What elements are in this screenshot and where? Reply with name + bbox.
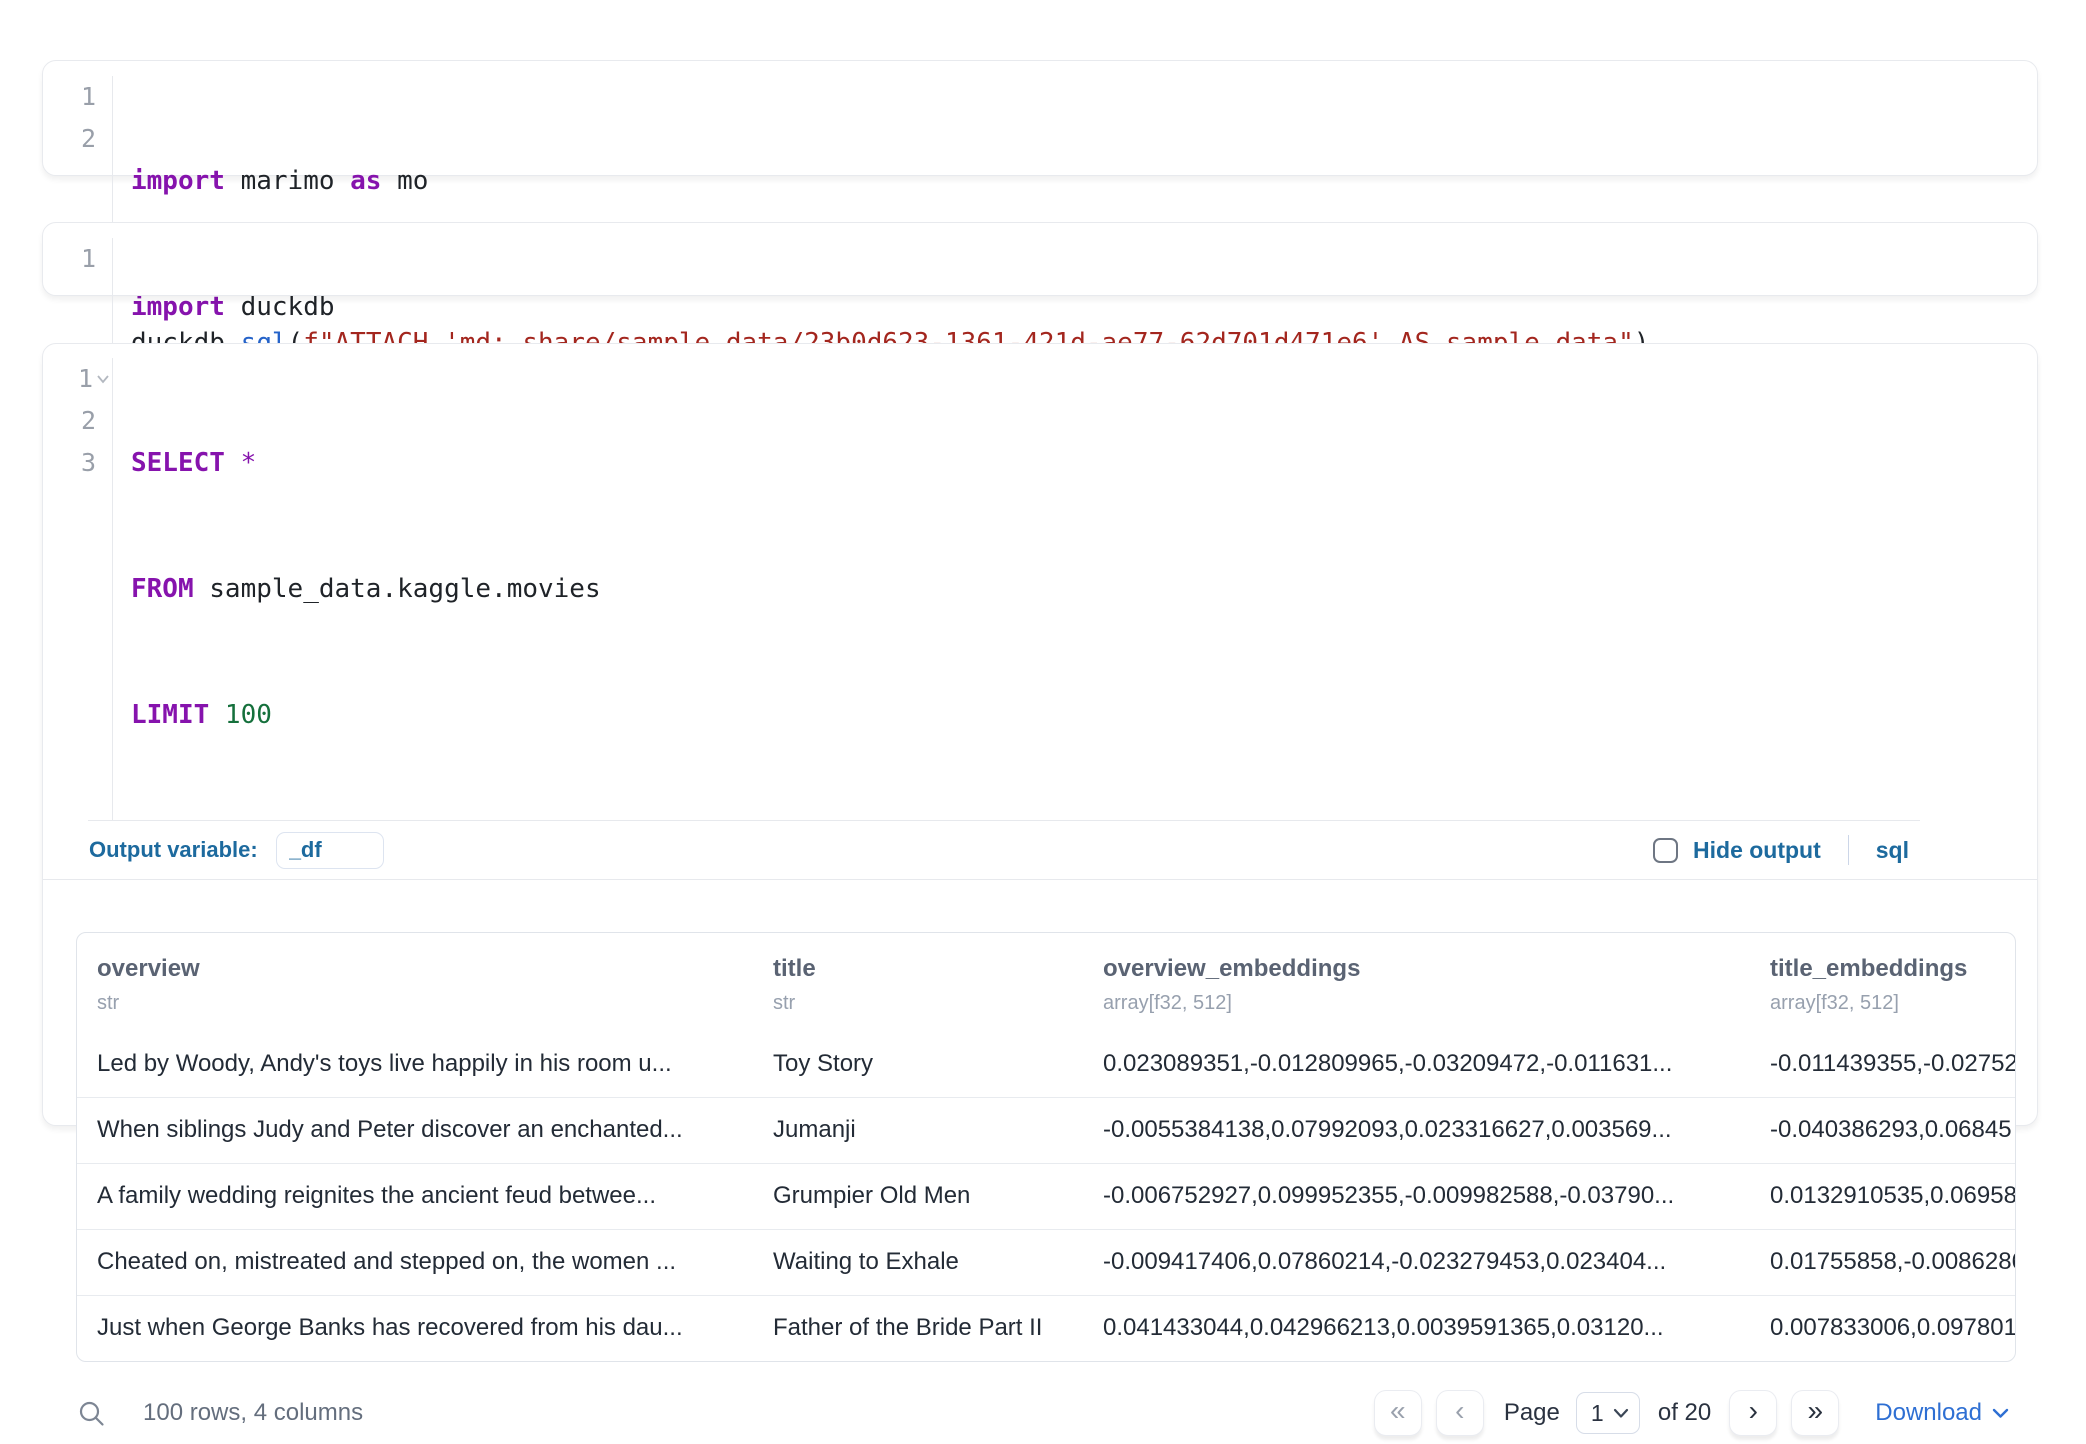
cell-title: Jumanji [757, 1097, 1087, 1163]
cell-overview-embeddings: -0.009417406,0.07860214,-0.023279453,0.0… [1087, 1229, 1754, 1295]
column-header-title-embeddings[interactable]: title_embeddings array[f32, 512] [1754, 933, 2016, 1031]
line-number: 1 [81, 76, 96, 118]
previous-page-button[interactable]: ‹ [1436, 1390, 1484, 1436]
line-number: 2 [81, 400, 96, 442]
last-page-button[interactable]: » [1791, 1390, 1839, 1436]
table-row: Led by Woody, Andy's toys live happily i… [77, 1031, 2016, 1097]
sql-cell-footer: Output variable: Hide output sql [43, 821, 2037, 880]
table-toolbar: 100 rows, 4 columns « ‹ Page 1 of 20 › »… [76, 1382, 2009, 1444]
page-count-label: of 20 [1658, 1399, 1711, 1427]
line-number-gutter: 1 2 3 [43, 358, 113, 820]
code-line: import marimo as mo [131, 160, 428, 202]
next-page-button[interactable]: › [1729, 1390, 1777, 1436]
row-column-summary: 100 rows, 4 columns [143, 1399, 363, 1427]
column-header-title[interactable]: title str [757, 933, 1087, 1031]
cell-title: Waiting to Exhale [757, 1229, 1087, 1295]
cell-title-embeddings: 0.0132910535,0.06958 [1754, 1163, 2016, 1229]
cell-output-area: overview str title str overview_embeddin… [43, 880, 2037, 1444]
notebook-cell-sql-query: 1 2 3 SELECT * FROM sample_data.kaggle.m… [42, 343, 2038, 1126]
table-row: A family wedding reignites the ancient f… [77, 1163, 2016, 1229]
code-line: LIMIT 100 [131, 694, 601, 736]
column-header-overview[interactable]: overview str [77, 933, 757, 1031]
line-number: 2 [81, 118, 96, 160]
table-row: When siblings Judy and Peter discover an… [77, 1097, 2016, 1163]
download-button[interactable]: Download [1875, 1399, 2009, 1427]
cell-overview-embeddings: 0.023089351,-0.012809965,-0.03209472,-0.… [1087, 1031, 1754, 1097]
page-number-select[interactable]: 1 [1576, 1392, 1640, 1434]
cell-overview: When siblings Judy and Peter discover an… [77, 1097, 757, 1163]
cell-title: Grumpier Old Men [757, 1163, 1087, 1229]
chevron-down-icon [1613, 1408, 1629, 1419]
table-row: Cheated on, mistreated and stepped on, t… [77, 1229, 2016, 1295]
cell-overview-embeddings: 0.041433044,0.042966213,0.0039591365,0.0… [1087, 1295, 1754, 1361]
output-variable-input[interactable] [276, 832, 384, 869]
search-icon[interactable] [78, 1400, 105, 1427]
page-label: Page [1504, 1399, 1560, 1427]
cell-title-embeddings: 0.007833006,0.097801 [1754, 1295, 2016, 1361]
cell-overview: Cheated on, mistreated and stepped on, t… [77, 1229, 757, 1295]
table-row: Just when George Banks has recovered fro… [77, 1295, 2016, 1361]
dataframe-table: overview str title str overview_embeddin… [76, 932, 2016, 1362]
cell-title: Toy Story [757, 1031, 1087, 1097]
sql-code-editor[interactable]: SELECT * FROM sample_data.kaggle.movies … [113, 358, 601, 820]
fold-chevron-icon[interactable] [96, 374, 110, 384]
line-number: 1 [78, 358, 93, 400]
cell-title-embeddings: 0.01755858,-0.0086286 [1754, 1229, 2016, 1295]
notebook-cell-python-imports: 1 2 import marimo as mo import duckdb [42, 60, 2038, 176]
line-number: 1 [81, 238, 96, 280]
notebook-cell-duckdb-attach: 1 duckdb.sql(f"ATTACH 'md:_share/sample_… [42, 222, 2038, 296]
code-line: SELECT * [131, 442, 601, 484]
cell-overview: Led by Woody, Andy's toys live happily i… [77, 1031, 757, 1097]
cell-title-embeddings: -0.040386293,0.06845 [1754, 1097, 2016, 1163]
language-badge[interactable]: sql [1876, 837, 1909, 864]
hide-output-label: Hide output [1693, 837, 1821, 864]
cell-overview: Just when George Banks has recovered fro… [77, 1295, 757, 1361]
download-label: Download [1875, 1399, 1982, 1427]
output-variable-label: Output variable: [89, 837, 258, 863]
cell-overview-embeddings: -0.0055384138,0.07992093,0.023316627,0.0… [1087, 1097, 1754, 1163]
cell-overview: A family wedding reignites the ancient f… [77, 1163, 757, 1229]
cell-title: Father of the Bride Part II [757, 1295, 1087, 1361]
column-header-overview-embeddings[interactable]: overview_embeddings array[f32, 512] [1087, 933, 1754, 1031]
table-header-row: overview str title str overview_embeddin… [77, 933, 2016, 1031]
footer-separator [1848, 835, 1849, 865]
code-line: FROM sample_data.kaggle.movies [131, 568, 601, 610]
page-number-value: 1 [1591, 1400, 1604, 1427]
first-page-button[interactable]: « [1374, 1390, 1422, 1436]
line-number: 3 [81, 442, 96, 484]
cell-title-embeddings: -0.011439355,-0.02752 [1754, 1031, 2016, 1097]
cell-overview-embeddings: -0.006752927,0.099952355,-0.009982588,-0… [1087, 1163, 1754, 1229]
chevron-down-icon [1992, 1408, 2009, 1419]
hide-output-checkbox[interactable] [1653, 838, 1678, 863]
